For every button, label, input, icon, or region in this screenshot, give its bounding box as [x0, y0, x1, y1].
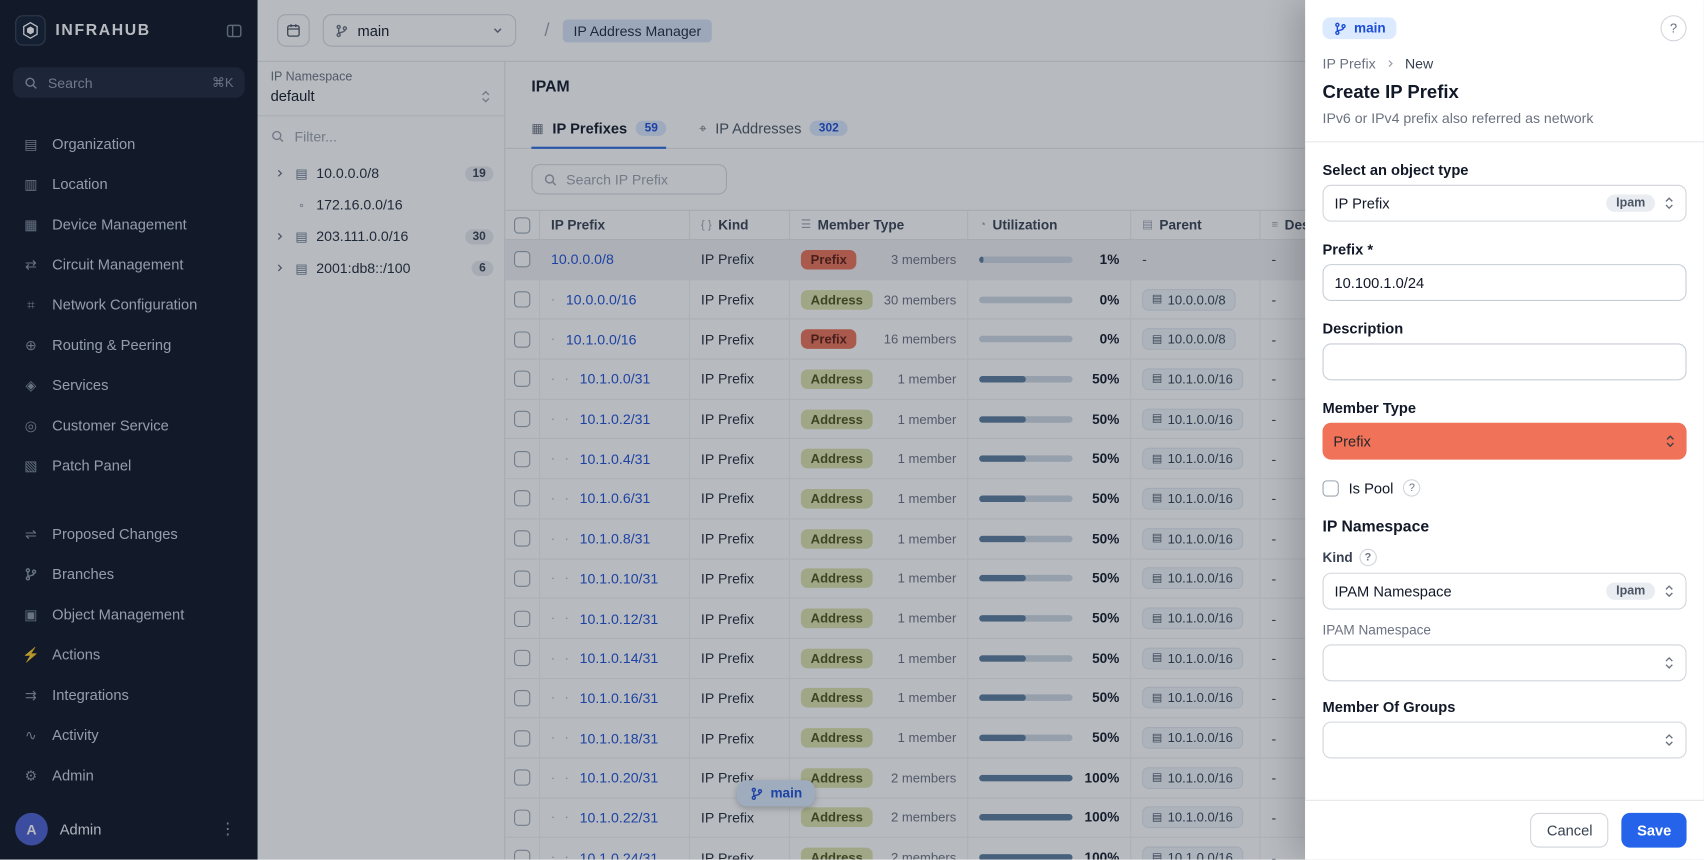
updown-icon: [1664, 196, 1675, 211]
is-pool-help-icon[interactable]: ?: [1403, 479, 1420, 496]
drawer-header: main ? IP Prefix New Create IP Prefix IP…: [1305, 0, 1704, 142]
drawer-footer: Cancel Save: [1305, 800, 1704, 860]
updown-icon: [1664, 732, 1675, 747]
save-button[interactable]: Save: [1622, 813, 1687, 848]
branch-badge-label: main: [1354, 21, 1386, 36]
branch-badge: main: [1323, 17, 1397, 39]
drawer-subtitle: IPv6 or IPv4 prefix also referred as net…: [1323, 110, 1687, 126]
breadcrumb-current: New: [1405, 55, 1433, 71]
object-type-select[interactable]: IP Prefix Ipam: [1323, 185, 1687, 222]
description-label: Description: [1323, 321, 1687, 337]
ipam-namespace-select[interactable]: [1323, 644, 1687, 681]
member-of-groups-select[interactable]: [1323, 722, 1687, 759]
kind-help-icon[interactable]: ?: [1359, 549, 1376, 566]
ipam-badge: Ipam: [1606, 195, 1655, 212]
ipam-namespace-label: IPAM Namespace: [1323, 623, 1687, 638]
object-type-value: IP Prefix: [1334, 195, 1597, 211]
app-window: INFRAHUB Search ⌘K ▤Organization▥Locatio…: [0, 0, 1704, 860]
member-type-select[interactable]: Prefix: [1323, 423, 1687, 460]
member-of-groups-label: Member Of Groups: [1323, 699, 1687, 715]
chevron-right-icon: [1384, 58, 1396, 70]
cancel-button[interactable]: Cancel: [1531, 813, 1609, 848]
updown-icon: [1664, 655, 1675, 670]
kind-value: IPAM Namespace: [1334, 583, 1597, 599]
create-ip-prefix-drawer: main ? IP Prefix New Create IP Prefix IP…: [1305, 0, 1704, 860]
ip-namespace-section-title: IP Namespace: [1323, 518, 1687, 535]
is-pool-row: Is Pool ?: [1323, 479, 1687, 496]
drawer-title: Create IP Prefix: [1323, 82, 1687, 104]
kind-select[interactable]: IPAM Namespace Ipam: [1323, 573, 1687, 610]
member-type-label: Member Type: [1323, 400, 1687, 416]
breadcrumb-parent[interactable]: IP Prefix: [1323, 55, 1376, 71]
updown-icon: [1664, 584, 1675, 599]
drawer-breadcrumb: IP Prefix New: [1323, 55, 1687, 71]
help-button[interactable]: ?: [1660, 15, 1686, 41]
member-type-value: Prefix: [1333, 433, 1656, 449]
is-pool-checkbox[interactable]: [1323, 480, 1339, 496]
ipam-badge: Ipam: [1606, 582, 1655, 599]
is-pool-label: Is Pool: [1349, 480, 1394, 496]
updown-icon: [1665, 434, 1676, 449]
drawer-form: Select an object type IP Prefix Ipam Pre…: [1305, 142, 1704, 799]
prefix-input[interactable]: [1323, 264, 1687, 301]
branch-icon: [1333, 21, 1347, 35]
required-mark: *: [1367, 241, 1373, 257]
object-type-label: Select an object type: [1323, 162, 1687, 178]
prefix-label: Prefix *: [1323, 241, 1687, 257]
description-input[interactable]: [1323, 343, 1687, 380]
kind-label: Kind ?: [1323, 549, 1687, 566]
